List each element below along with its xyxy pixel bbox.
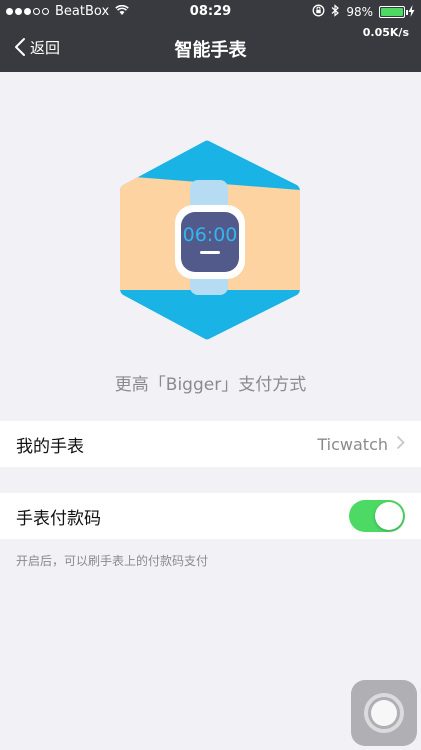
rotation-lock-icon: [312, 4, 325, 20]
watch-time: 06:00: [183, 224, 238, 246]
page-title: 智能手表: [174, 40, 247, 61]
hero-caption: 更高「Bigger」支付方式: [114, 375, 307, 395]
pay-code-toggle[interactable]: [349, 500, 405, 532]
pay-code-hint: 开启后，可以刷手表上的付款码支付: [16, 554, 209, 568]
top-bar: BeatBox 08:29 98% 0.05K/s 返回 智能手表: [0, 0, 421, 72]
my-watch-value: Ticwatch: [317, 434, 388, 454]
battery-icon: [379, 6, 408, 18]
chevron-right-icon: [396, 434, 405, 455]
assistive-touch-ring: [364, 693, 404, 733]
watch-bar: [200, 251, 220, 254]
toggle-knob: [375, 502, 403, 530]
my-watch-label: 我的手表: [16, 436, 84, 457]
assistive-touch-core: [371, 700, 397, 726]
battery-fill: [381, 8, 403, 16]
status-bar: BeatBox 08:29 98%: [0, 0, 421, 24]
battery-percent: 98%: [346, 5, 373, 19]
bluetooth-icon: [331, 4, 340, 20]
charging-icon: [408, 4, 415, 20]
assistive-touch-icon[interactable]: [351, 680, 417, 746]
status-right-group: 98%: [306, 4, 415, 20]
watch-illustration: 06:00: [110, 135, 310, 349]
my-watch-row[interactable]: 我的手表 Ticwatch: [0, 421, 421, 467]
pay-code-row: 手表付款码: [0, 493, 421, 539]
pay-code-label: 手表付款码: [16, 508, 101, 529]
